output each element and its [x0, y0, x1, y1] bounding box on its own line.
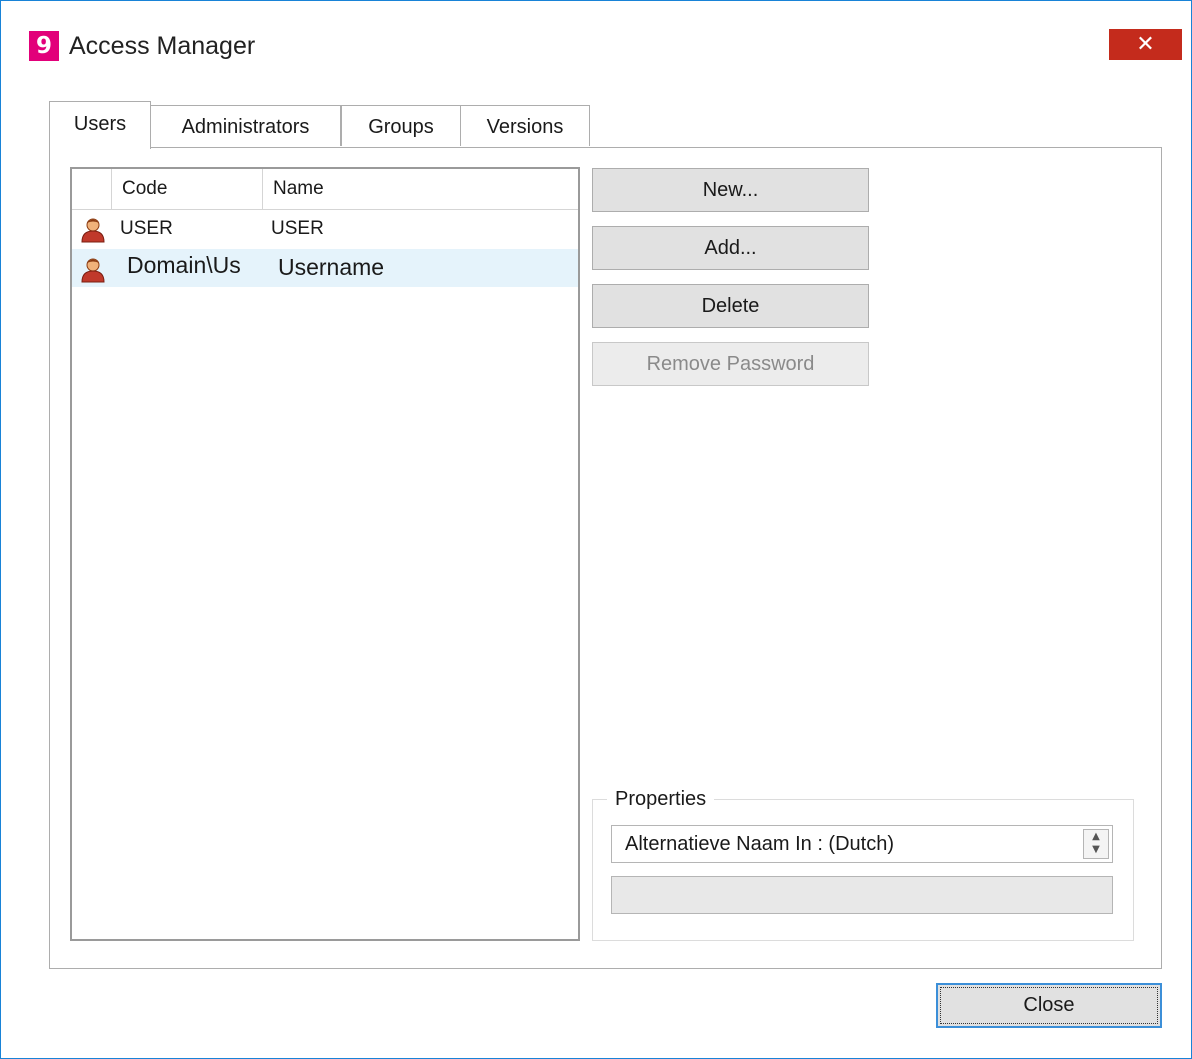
property-select-value: Alternatieve Naam In : (Dutch) [625, 833, 894, 855]
tab-versions[interactable]: Versions [460, 105, 590, 146]
properties-group-title: Properties [607, 785, 715, 813]
property-value-field[interactable] [611, 876, 1113, 914]
remove-password-button[interactable]: Remove Password [592, 342, 869, 386]
table-row[interactable]: Domain\Us Username [72, 249, 578, 287]
close-button[interactable]: Close [936, 983, 1162, 1028]
close-icon: ✕ [1136, 32, 1155, 57]
delete-button[interactable]: Delete [592, 284, 869, 328]
tab-label: Administrators [181, 116, 310, 138]
title-bar[interactable]: 9 Access Manager ✕ [1, 1, 1191, 91]
tab-administrators[interactable]: Administrators [150, 105, 341, 146]
tab-users[interactable]: Users [49, 101, 151, 149]
user-code: USER [120, 218, 173, 239]
access-manager-window: 9 Access Manager ✕ Users Administrators … [0, 0, 1192, 1059]
code-column-header[interactable]: Code [112, 169, 263, 209]
icon-column-header[interactable] [72, 169, 112, 209]
users-list[interactable]: Code Name USER USER Domain\Us Username [70, 167, 580, 941]
user-name: USER [271, 218, 324, 239]
add-button[interactable]: Add... [592, 226, 869, 270]
property-select[interactable]: Alternatieve Naam In : (Dutch) ▲ ▼ [611, 825, 1113, 863]
user-icon [81, 218, 105, 243]
tab-label: Versions [486, 116, 564, 138]
name-column-header[interactable]: Name [263, 169, 578, 209]
spin-up-down-icon[interactable]: ▲ ▼ [1083, 829, 1109, 859]
app-icon: 9 [29, 31, 59, 61]
user-name: Username [278, 254, 385, 280]
column-header-label: Code [122, 178, 168, 199]
list-header: Code Name [72, 169, 578, 210]
window-title: Access Manager [69, 32, 256, 60]
window-close-button[interactable]: ✕ [1109, 29, 1182, 60]
tab-groups[interactable]: Groups [341, 105, 461, 146]
user-icon [81, 258, 105, 283]
tab-label: Users [73, 113, 127, 135]
user-code: Domain\Us [127, 252, 241, 278]
tab-label: Groups [368, 116, 434, 138]
table-row[interactable]: USER USER [72, 211, 578, 249]
new-button[interactable]: New... [592, 168, 869, 212]
properties-group [592, 799, 1134, 941]
column-header-label: Name [273, 178, 324, 199]
